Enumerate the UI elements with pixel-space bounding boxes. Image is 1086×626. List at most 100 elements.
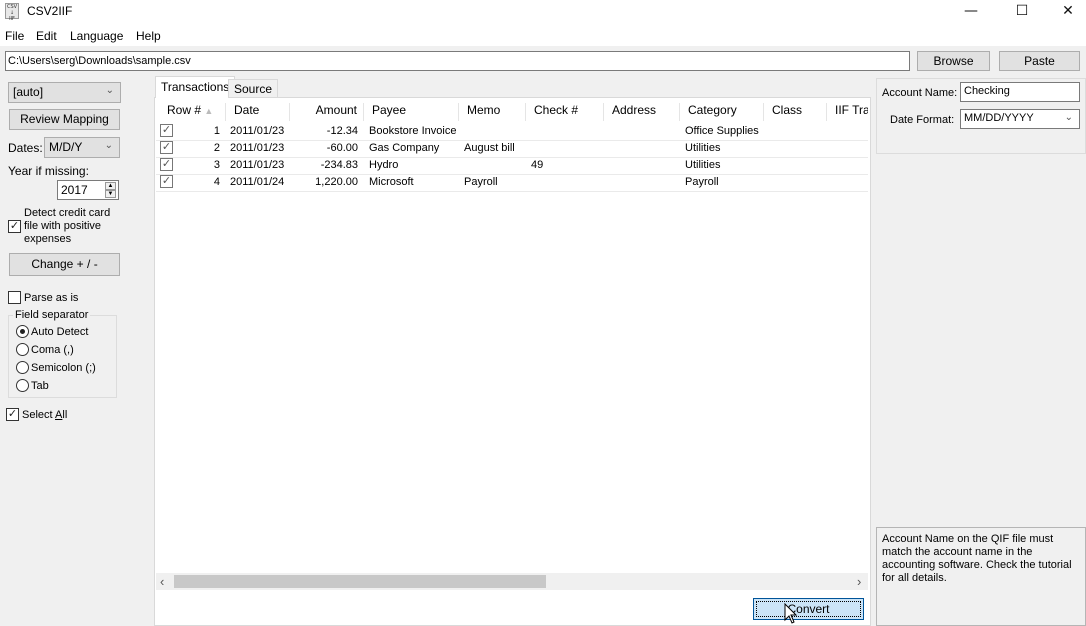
cell-amount[interactable]: -234.83 — [291, 157, 358, 174]
mapping-combo[interactable]: [auto] ⌄ — [8, 82, 121, 103]
cell-category[interactable]: Office Supplies — [685, 123, 764, 140]
cell-payee[interactable]: Microsoft — [369, 174, 459, 191]
year-stepper[interactable]: 2017 ▲ ▼ — [57, 180, 119, 200]
column-header-class[interactable]: Class — [765, 103, 827, 121]
column-header-iif-tran[interactable]: IIF Tran — [828, 103, 868, 121]
radio-auto-detect-label: Auto Detect — [31, 326, 89, 338]
cell-row-number[interactable]: 2 — [160, 140, 220, 157]
cell-category[interactable]: Payroll — [685, 174, 764, 191]
radio-semicolon-label: Semicolon (;) — [31, 362, 96, 374]
column-header-payee[interactable]: Payee — [365, 103, 459, 121]
window-title: CSV2IIF — [27, 4, 73, 18]
detect-credit-card-checkbox[interactable]: ✓ — [8, 220, 21, 233]
cell-row-number[interactable]: 3 — [160, 157, 220, 174]
parse-as-is-label: Parse as is — [24, 292, 79, 304]
cell-date[interactable]: 2011/01/23 — [230, 140, 290, 157]
select-all-text-end: ll — [62, 409, 68, 421]
cell-amount[interactable]: -60.00 — [291, 140, 358, 157]
cell-iif-tran[interactable] — [832, 157, 868, 174]
select-all-checkbox[interactable]: ✓ — [6, 408, 19, 421]
minimize-button[interactable]: — — [948, 0, 994, 22]
account-name-input[interactable]: Checking — [960, 82, 1080, 102]
cell-amount[interactable]: -12.34 — [291, 123, 358, 140]
cell-address[interactable] — [609, 174, 680, 191]
menu-file[interactable]: File — [5, 29, 24, 43]
column-header-amount[interactable]: Amount — [291, 103, 364, 121]
field-separator-label: Field separator — [13, 309, 91, 321]
change-sign-button[interactable]: Change + / - — [9, 253, 120, 276]
browse-button[interactable]: Browse — [917, 51, 990, 71]
review-mapping-button[interactable]: Review Mapping — [9, 109, 120, 130]
cell-category[interactable]: Utilities — [685, 157, 764, 174]
cell-class[interactable] — [769, 157, 827, 174]
stepper-down-icon[interactable]: ▼ — [105, 190, 116, 198]
radio-coma-label: Coma (,) — [31, 344, 74, 356]
column-header-date[interactable]: Date — [227, 103, 290, 121]
focus-ring — [756, 601, 861, 617]
cell-address[interactable] — [609, 140, 680, 157]
cell-address[interactable] — [609, 157, 680, 174]
row-separator — [156, 191, 868, 192]
column-header-memo[interactable]: Memo — [460, 103, 526, 121]
date-format-combo[interactable]: MM/DD/YYYY ⌄ — [960, 109, 1080, 129]
cell-payee[interactable]: Bookstore Invoice — [369, 123, 459, 140]
title-bar — [0, 0, 1086, 24]
chevron-down-icon: ⌄ — [104, 140, 113, 151]
cell-memo[interactable]: Payroll — [464, 174, 526, 191]
cell-class[interactable] — [769, 123, 827, 140]
cell-check-number[interactable] — [531, 140, 604, 157]
scroll-right-icon[interactable]: › — [857, 574, 861, 589]
app-icon: CSV ↓ IIF — [5, 3, 19, 22]
cell-check-number[interactable]: 49 — [531, 157, 604, 174]
cell-date[interactable]: 2011/01/23 — [230, 157, 290, 174]
menu-language[interactable]: Language — [70, 29, 123, 43]
scrollbar-thumb[interactable] — [174, 575, 546, 588]
stepper-up-icon[interactable]: ▲ — [105, 182, 116, 190]
tab-source[interactable]: Source — [228, 79, 279, 98]
cell-check-number[interactable] — [531, 174, 604, 191]
radio-tab[interactable] — [16, 379, 29, 392]
cell-check-number[interactable] — [531, 123, 604, 140]
dates-combo-value: M/D/Y — [49, 140, 83, 154]
cell-amount[interactable]: 1,220.00 — [291, 174, 358, 191]
column-header-address[interactable]: Address — [605, 103, 680, 121]
radio-tab-label: Tab — [31, 380, 49, 392]
dates-combo[interactable]: M/D/Y ⌄ — [44, 137, 120, 158]
file-path-input[interactable]: C:\Users\serg\Downloads\sample.csv — [5, 51, 910, 71]
cell-address[interactable] — [609, 123, 680, 140]
menu-help[interactable]: Help — [136, 29, 161, 43]
column-header-check[interactable]: Check # — [527, 103, 604, 121]
paste-button[interactable]: Paste — [999, 51, 1080, 71]
convert-button[interactable]: Convert — [753, 598, 864, 620]
menu-edit[interactable]: Edit — [36, 29, 57, 43]
cell-memo[interactable] — [464, 157, 526, 174]
radio-semicolon[interactable] — [16, 361, 29, 374]
scroll-left-icon[interactable]: ‹ — [160, 574, 164, 589]
column-header-row[interactable]: Row # ▲ — [160, 103, 226, 121]
cell-memo[interactable]: August bill — [464, 140, 526, 157]
cell-payee[interactable]: Hydro — [369, 157, 459, 174]
cell-row-number[interactable]: 1 — [160, 123, 220, 140]
menu-bar — [0, 24, 1086, 46]
cell-class[interactable] — [769, 174, 827, 191]
cell-row-number[interactable]: 4 — [160, 174, 220, 191]
radio-auto-detect[interactable] — [16, 325, 29, 338]
cell-date[interactable]: 2011/01/23 — [230, 123, 290, 140]
close-button[interactable]: ✕ — [1045, 0, 1086, 22]
radio-coma[interactable] — [16, 343, 29, 356]
cell-class[interactable] — [769, 140, 827, 157]
column-header-category[interactable]: Category — [681, 103, 764, 121]
tab-transactions[interactable]: Transactions — [155, 76, 236, 98]
cell-memo[interactable] — [464, 123, 526, 140]
detect-credit-card-label: Detect credit card file with positive ex… — [24, 207, 110, 246]
cell-category[interactable]: Utilities — [685, 140, 764, 157]
parse-as-is-checkbox[interactable] — [8, 291, 21, 304]
cell-date[interactable]: 2011/01/24 — [230, 174, 290, 191]
date-format-value: MM/DD/YYYY — [964, 112, 1034, 124]
maximize-button[interactable]: ☐ — [999, 0, 1045, 22]
cell-payee[interactable]: Gas Company — [369, 140, 459, 157]
cell-iif-tran[interactable] — [832, 174, 868, 191]
dates-label: Dates: — [8, 141, 43, 155]
cell-iif-tran[interactable] — [832, 140, 868, 157]
cell-iif-tran[interactable] — [832, 123, 868, 140]
